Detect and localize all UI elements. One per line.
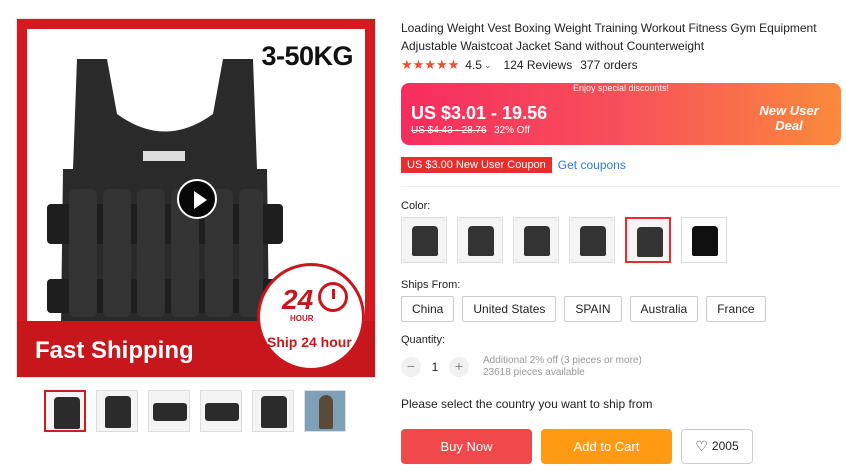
color-options (401, 217, 727, 263)
quantity-decrease-button[interactable]: − (401, 357, 421, 377)
vest-swatch-icon (524, 226, 550, 256)
quantity-stepper: − 1 + Additional 2% off (3 pieces or mor… (401, 355, 642, 379)
ship-option-australia[interactable]: Australia (629, 296, 699, 322)
ship-hours-number: 24 (282, 284, 314, 315)
color-swatch-selected[interactable] (625, 217, 671, 263)
orders-count: 377 orders (580, 58, 638, 72)
thumbnail-vest-front[interactable] (44, 390, 86, 432)
thumbnail-person-photo[interactable] (304, 390, 346, 432)
ship-option-united-states[interactable]: United States (462, 296, 557, 322)
ship-country-notice: Please select the country you want to sh… (401, 397, 653, 411)
current-price: US $3.01 - 19.56 (411, 103, 548, 123)
quantity-info: Additional 2% off (3 pieces or more) 236… (483, 355, 642, 379)
color-swatch[interactable] (569, 217, 615, 263)
new-user-deal-badge: New User Deal (759, 103, 819, 133)
vest-thumb-icon (205, 403, 239, 421)
weight-vest-illustration (47, 59, 283, 324)
heart-icon: ♡ (695, 438, 708, 454)
play-video-icon[interactable] (177, 179, 217, 219)
product-title: Loading Weight Vest Boxing Weight Traini… (401, 21, 817, 53)
thumbnail-vest-straps[interactable] (200, 390, 242, 432)
rating-value[interactable]: 4.5 (465, 58, 482, 72)
vest-thumb-icon (153, 403, 187, 421)
coupon-row: US $3.00 New User Coupon Get coupons (401, 157, 626, 173)
clock-icon (318, 282, 348, 312)
buy-now-button[interactable]: Buy Now (401, 429, 532, 464)
color-swatch[interactable] (457, 217, 503, 263)
bulk-discount-text: Additional 2% off (3 pieces or more) (483, 355, 642, 366)
ships-from-options: China United States SPAIN Australia Fran… (401, 296, 766, 322)
vest-swatch-icon (412, 226, 438, 256)
new-user-coupon-tag: US $3.00 New User Coupon (401, 157, 552, 173)
vest-swatch-icon (692, 226, 718, 256)
vest-swatch-icon (580, 226, 606, 256)
color-swatch[interactable] (513, 217, 559, 263)
thumbnail-vest-angle[interactable] (96, 390, 138, 432)
ship-option-spain[interactable]: SPAIN (564, 296, 622, 322)
quantity-label: Quantity: (401, 334, 446, 346)
thumbnail-vest-pockets[interactable] (252, 390, 294, 432)
rating-row: ★★★★★ 4.5 ⌄ 124 Reviews 377 orders (401, 57, 638, 73)
color-swatch[interactable] (681, 217, 727, 263)
vest-thumb-icon (261, 396, 287, 428)
fast-shipping-text: Fast Shipping (35, 337, 194, 364)
wishlist-button[interactable]: ♡ 2005 (681, 429, 753, 464)
ship-option-france[interactable]: France (706, 296, 766, 322)
ship-24-hour-text: Ship 24 hour (267, 334, 352, 350)
wishlist-count: 2005 (711, 439, 739, 453)
vest-swatch-icon (637, 227, 663, 257)
get-coupons-link[interactable]: Get coupons (558, 158, 626, 172)
weight-range-badge: 3-50KG (261, 41, 353, 71)
original-price: US $4.43 - 28.76 (411, 125, 487, 136)
ship-24h-badge: 24 HOUR Ship 24 hour (257, 263, 365, 371)
color-label: Color: (401, 200, 431, 212)
quantity-value[interactable]: 1 (421, 360, 449, 374)
ship-option-china[interactable]: China (401, 296, 455, 322)
add-to-cart-button[interactable]: Add to Cart (541, 429, 672, 464)
color-swatch[interactable] (401, 217, 447, 263)
vest-swatch-icon (468, 226, 494, 256)
vest-thumb-icon (105, 396, 131, 428)
main-product-image[interactable]: 3-50KG Fast Shipping 24 HOUR Ship 24 hou… (16, 18, 376, 378)
reviews-count[interactable]: 124 Reviews (504, 58, 573, 72)
price-banner: Enjoy special discounts! US $3.01 - 19.5… (401, 83, 841, 145)
quantity-increase-button[interactable]: + (449, 357, 469, 377)
chevron-down-icon[interactable]: ⌄ (484, 60, 492, 71)
vest-thumb-icon (54, 397, 80, 429)
star-rating-icon: ★★★★★ (401, 57, 460, 72)
ship-hours-label: HOUR (290, 314, 314, 323)
discount-percent: 32% Off (494, 125, 530, 136)
thumbnail-strip (44, 390, 346, 432)
person-thumb-icon (319, 395, 333, 429)
section-divider (401, 186, 841, 187)
ships-from-label: Ships From: (401, 279, 461, 291)
stock-available-text: 23618 pieces available (483, 367, 585, 378)
thumbnail-vest-open[interactable] (148, 390, 190, 432)
promo-tagline: Enjoy special discounts! (572, 83, 670, 93)
